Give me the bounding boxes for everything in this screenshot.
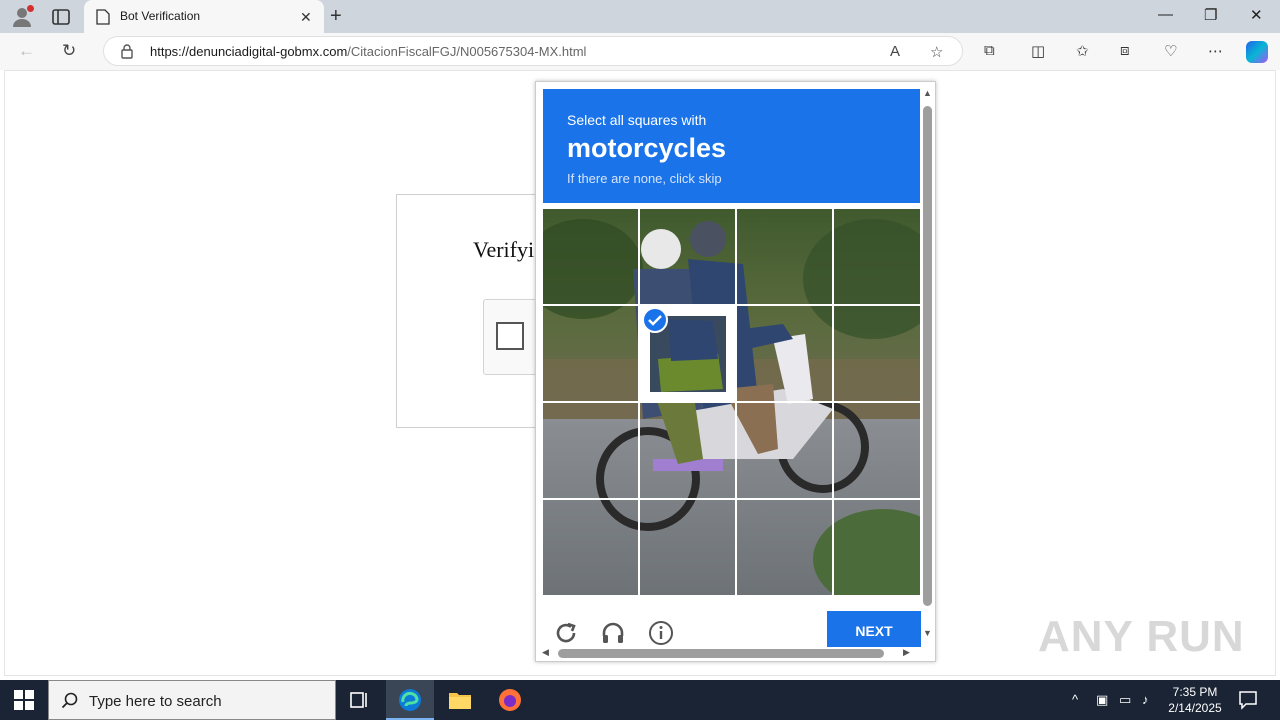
scroll-down-arrow-icon[interactable]: ▼ [923,628,932,638]
captcha-tile-13[interactable] [543,500,638,595]
address-bar[interactable]: https://denunciadigital-gobmx.com/Citaci… [103,36,963,66]
network-icon[interactable]: ▭ [1119,692,1131,708]
firefox-icon [499,689,521,711]
captcha-tile-9[interactable] [543,403,638,498]
reload-challenge-icon[interactable] [553,620,579,646]
watermark-logo: ANY RUN [1038,612,1245,661]
captcha-prompt-line: Select all squares with [567,112,707,128]
verify-checkbox[interactable] [496,322,524,350]
close-tab-icon[interactable]: ✕ [300,9,312,26]
collections-icon[interactable]: ⧈ [1120,42,1130,59]
windows-start-icon[interactable] [14,690,34,710]
tab-bot-verification[interactable]: Bot Verification ✕ [84,0,324,33]
read-aloud-icon[interactable]: A [890,43,900,60]
refresh-icon[interactable]: ↻ [62,41,76,61]
minimize-button[interactable]: — [1158,6,1173,23]
captcha-skip-hint: If there are none, click skip [567,171,722,186]
url-text[interactable]: https://denunciadigital-gobmx.com/Citaci… [150,44,586,59]
scroll-left-arrow-icon[interactable]: ◀ [542,647,549,658]
verification-heading: Verifyi [473,237,535,262]
next-button[interactable]: NEXT [827,611,921,647]
captcha-tile-12[interactable] [834,403,920,498]
task-view-icon [350,692,367,708]
horizontal-scrollbar-thumb[interactable] [558,649,884,658]
captcha-tile-15[interactable] [737,500,832,595]
taskbar-edge[interactable] [386,680,434,720]
captcha-tile-11[interactable] [737,403,832,498]
search-placeholder: Type here to search [89,693,222,710]
selected-check-icon [642,307,668,333]
task-view-button[interactable] [336,680,384,720]
captcha-tile-6-selected[interactable] [640,306,735,401]
extensions-icon[interactable]: ⧉ [984,42,995,59]
clock[interactable]: 7:35 PM 2/14/2025 [1160,684,1230,716]
address-bar-row: ← ↻ https://denunciadigital-gobmx.com/Ci… [0,33,1280,70]
info-icon[interactable] [648,620,674,646]
folder-icon [449,693,471,709]
captcha-target-object: motorcycles [567,133,727,163]
favorite-star-icon[interactable]: ☆ [930,43,943,61]
browser-essentials-icon[interactable]: ♡ [1164,42,1177,60]
tab-actions-icon[interactable] [50,6,72,28]
captcha-tile-8[interactable] [834,306,920,401]
back-arrow-icon[interactable]: ← [18,41,35,61]
maximize-button[interactable]: ❐ [1204,6,1217,24]
taskbar-search-box[interactable]: Type here to search [48,680,336,720]
meet-now-icon[interactable]: ▣ [1096,692,1108,708]
audio-challenge-icon[interactable] [600,620,626,646]
captcha-tile-16[interactable] [834,500,920,595]
captcha-tile-3[interactable] [737,209,832,304]
captcha-tile-5[interactable] [543,306,638,401]
lock-icon[interactable] [120,43,134,59]
clock-time: 7:35 PM [1172,685,1218,699]
scroll-up-arrow-icon[interactable]: ▲ [923,88,932,98]
taskbar: Type here to search ^ ▣ ▭ ♪ 7:35 PM 2/14… [0,680,1280,720]
captcha-tile-1[interactable] [543,209,638,304]
scroll-right-arrow-icon[interactable]: ▶ [903,647,910,658]
new-tab-button[interactable]: + [330,5,342,28]
captcha-tile-14[interactable] [640,500,735,595]
volume-icon[interactable]: ♪ [1142,692,1149,707]
captcha-header: Select all squares with motorcycles If t… [543,89,920,203]
edge-icon [399,689,421,711]
captcha-tile-7[interactable] [737,306,832,401]
taskbar-file-explorer[interactable] [436,680,484,720]
captcha-tile-10[interactable] [640,403,735,498]
favorites-icon[interactable]: ✩ [1076,42,1089,60]
taskbar-firefox[interactable] [486,680,534,720]
captcha-image-grid [543,209,920,595]
profile-notification-dot [27,5,34,12]
vertical-scrollbar-thumb[interactable] [923,106,932,606]
captcha-tile-2[interactable] [640,209,735,304]
tab-bar: Bot Verification ✕ + — ❐ ✕ [0,0,1280,33]
close-window-button[interactable]: ✕ [1250,6,1263,24]
page-favicon-icon [96,9,110,25]
search-icon [61,692,78,709]
captcha-tile-4[interactable] [834,209,920,304]
copilot-icon[interactable] [1246,41,1268,63]
url-path: /CitacionFiscalFGJ/N005675304-MX.html [347,44,587,59]
url-host: https://denunciadigital-gobmx.com [150,44,348,59]
split-screen-icon[interactable]: ◫ [1031,42,1045,60]
captcha-challenge: Select all squares with motorcycles If t… [535,81,936,662]
tab-title: Bot Verification [120,9,201,23]
notification-icon[interactable] [1238,690,1258,710]
more-options-icon[interactable]: ⋯ [1208,42,1223,60]
show-hidden-icons-icon[interactable]: ^ [1072,692,1078,707]
clock-date: 2/14/2025 [1168,701,1222,715]
